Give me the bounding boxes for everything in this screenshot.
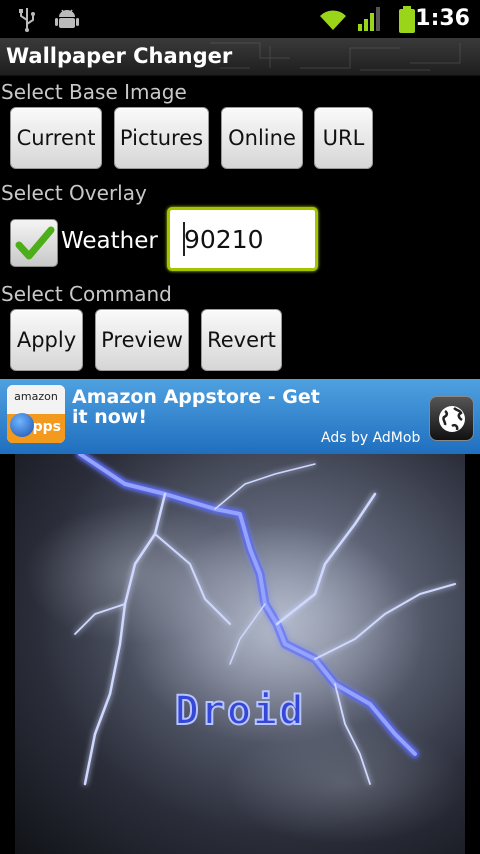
weather-label: Weather [61, 228, 158, 254]
ad-logo-ball-icon [10, 413, 34, 437]
titlebar-circuit-pattern [210, 42, 461, 71]
battery-icon [398, 6, 416, 38]
title-bar: Wallpaper Changer [0, 38, 480, 76]
online-button[interactable]: Online [221, 107, 303, 169]
ad-globe-button[interactable] [429, 396, 474, 441]
globe-icon [439, 406, 465, 432]
preview-button[interactable]: Preview [95, 309, 189, 371]
lightning-artwork: Droid [25, 454, 465, 844]
status-time: 1:36 [415, 6, 470, 31]
pictures-button[interactable]: Pictures [114, 107, 209, 169]
url-button[interactable]: URL [314, 107, 373, 169]
ad-headline[interactable]: Amazon Appstore - Get it now! [72, 387, 332, 427]
ad-logo-top-text: amazon [7, 385, 65, 414]
amazon-apps-logo: amazon apps [7, 385, 65, 443]
checkmark-icon [15, 226, 55, 260]
command-label: Select Command [1, 282, 172, 306]
app-title: Wallpaper Changer [6, 44, 233, 68]
wallpaper-preview-image: Droid [15, 454, 465, 854]
weather-checkbox[interactable] [10, 219, 58, 267]
text-cursor [183, 222, 185, 256]
wifi-icon [318, 6, 348, 36]
apply-button[interactable]: Apply [10, 309, 83, 371]
base-image-label: Select Base Image [1, 80, 187, 104]
overlay-label: Select Overlay [1, 181, 147, 205]
android-debug-icon [54, 6, 80, 36]
status-bar: 1:36 [0, 0, 480, 38]
usb-icon [16, 6, 38, 36]
ad-credit: Ads by AdMob [321, 430, 421, 446]
zip-code-input[interactable] [167, 207, 318, 271]
revert-button[interactable]: Revert [201, 309, 282, 371]
droid-logo-text: Droid [175, 688, 305, 734]
current-button[interactable]: Current [10, 107, 102, 169]
signal-icon [357, 6, 383, 36]
